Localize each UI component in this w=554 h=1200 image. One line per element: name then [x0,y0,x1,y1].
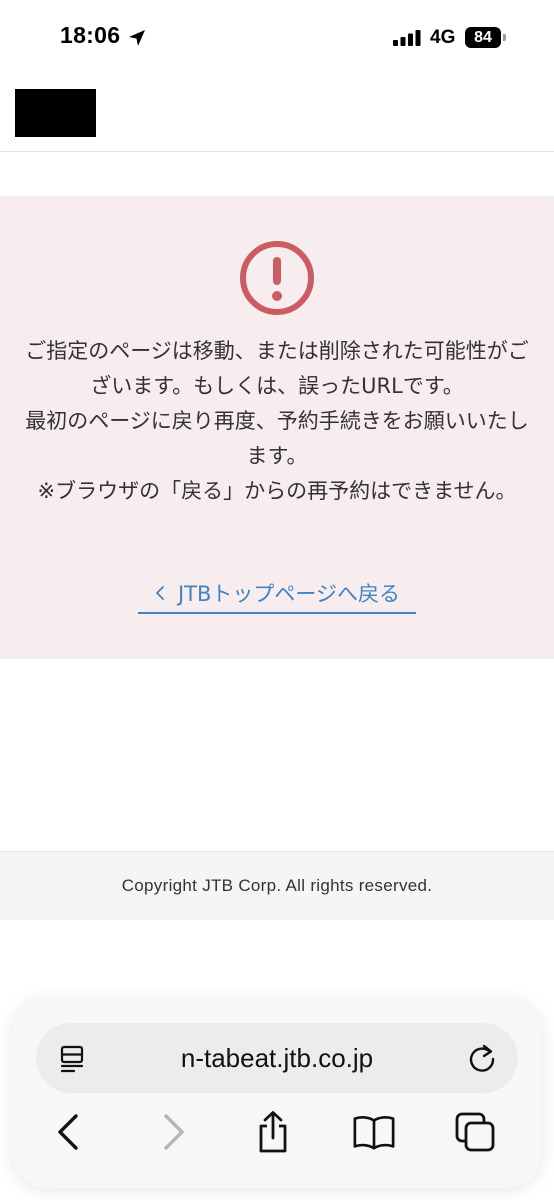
jtb-top-page-link[interactable]: JTBトップページへ戻る [138,574,416,614]
tabs-icon [455,1112,495,1152]
reload-icon[interactable] [466,1042,498,1074]
signal-bars-icon [393,30,421,46]
share-icon [259,1111,287,1153]
site-header [0,76,554,152]
phone-screen: 18:06 4G 84 ご指定のページは移動、または削除された可能性がございます… [0,0,554,1200]
copyright-text: Copyright JTB Corp. All rights reserved. [121,876,433,895]
back-link-label: JTBトップページへ戻る [177,582,400,606]
url-text: n-tabeat.jtb.co.jp [180,1042,374,1073]
error-line-3: ※ブラウザの「戻る」からの再予約はできません。 [37,479,517,503]
network-type: 4G [430,27,456,48]
error-line-1: ご指定のページは移動、または削除された可能性がございます。もしくは、誤ったURL… [25,339,529,398]
forward-arrow-icon [164,1114,184,1150]
site-logo[interactable] [15,89,96,137]
address-bar[interactable]: n-tabeat.jtb.co.jp [36,1023,518,1093]
back-arrow-icon [58,1114,78,1150]
battery-cap [503,34,506,41]
forward-button[interactable] [152,1110,196,1154]
battery-level: 84 [474,28,492,46]
share-button[interactable] [251,1110,295,1154]
error-line-2: 最初のページに戻り再度、予約手続きをお願いいたします。 [25,409,529,468]
reader-icon[interactable] [58,1043,88,1073]
alert-exclamation-icon [240,241,314,315]
status-bar: 18:06 4G 84 [0,0,554,76]
status-time: 18:06 [60,22,121,48]
location-arrow-icon [129,30,145,46]
error-panel: ご指定のページは移動、または削除された可能性がございます。もしくは、誤ったURL… [0,196,554,659]
tabs-button[interactable] [453,1110,497,1154]
bookmarks-icon [353,1116,395,1150]
browser-toolbar: n-tabeat.jtb.co.jp [12,998,542,1188]
error-message: ご指定のページは移動、または削除された可能性がございます。もしくは、誤ったURL… [20,334,534,509]
back-button[interactable] [46,1110,90,1154]
bookmarks-button[interactable] [352,1110,396,1154]
chevron-left-icon [156,586,164,600]
site-footer: Copyright JTB Corp. All rights reserved. [0,851,554,920]
battery-icon: 84 [465,27,501,48]
